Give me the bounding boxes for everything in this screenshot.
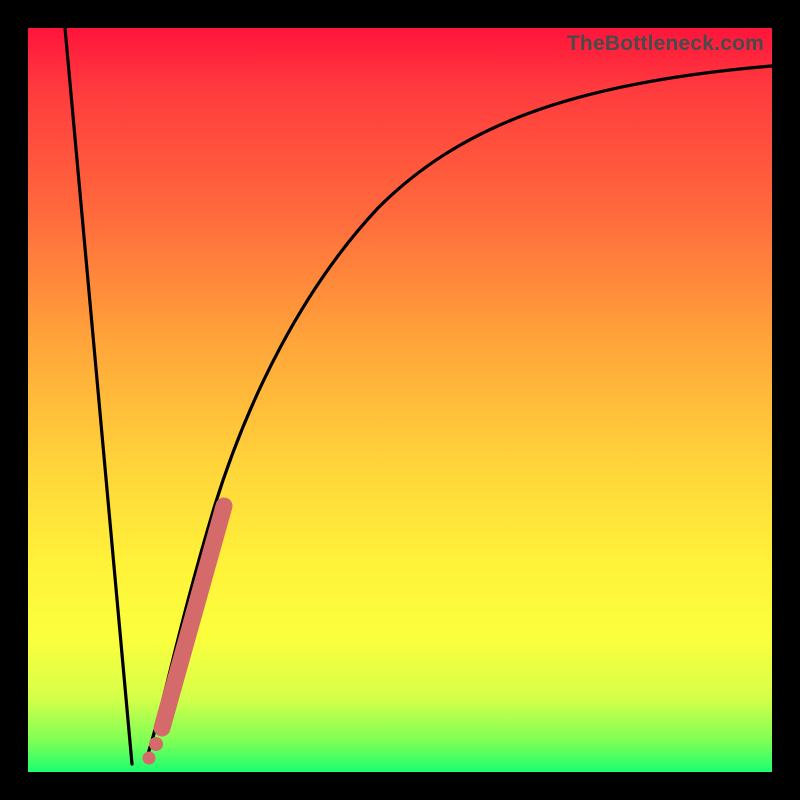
left-branch-line (65, 28, 132, 764)
chart-svg (28, 28, 772, 772)
right-branch-curve (147, 66, 772, 757)
plot-area: TheBottleneck.com (28, 28, 772, 772)
chart-frame: TheBottleneck.com (0, 0, 800, 800)
overlay-stroke (162, 506, 224, 728)
overlay-dot-1 (149, 737, 163, 751)
overlay-dot-2 (143, 752, 156, 765)
